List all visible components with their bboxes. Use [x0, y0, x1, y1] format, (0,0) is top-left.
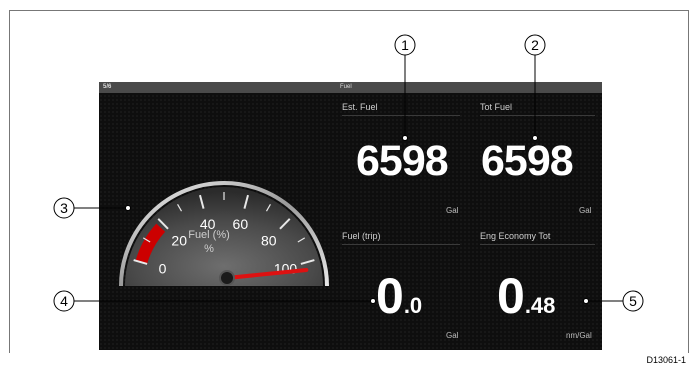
callout-3: 3 [53, 197, 131, 219]
callout-2: 2 [524, 34, 546, 141]
callout-2-number: 2 [531, 37, 539, 53]
callout-overlay: 1 2 3 4 5 [53, 34, 644, 312]
callout-5-number: 5 [629, 293, 637, 309]
callout-1-number: 1 [401, 37, 409, 53]
callout-4: 4 [53, 290, 376, 312]
callout-3-number: 3 [60, 200, 68, 216]
callout-4-number: 4 [60, 293, 68, 309]
callout-1: 1 [394, 34, 416, 141]
callout-5: 5 [583, 290, 644, 312]
document-code: D13061-1 [646, 355, 686, 365]
